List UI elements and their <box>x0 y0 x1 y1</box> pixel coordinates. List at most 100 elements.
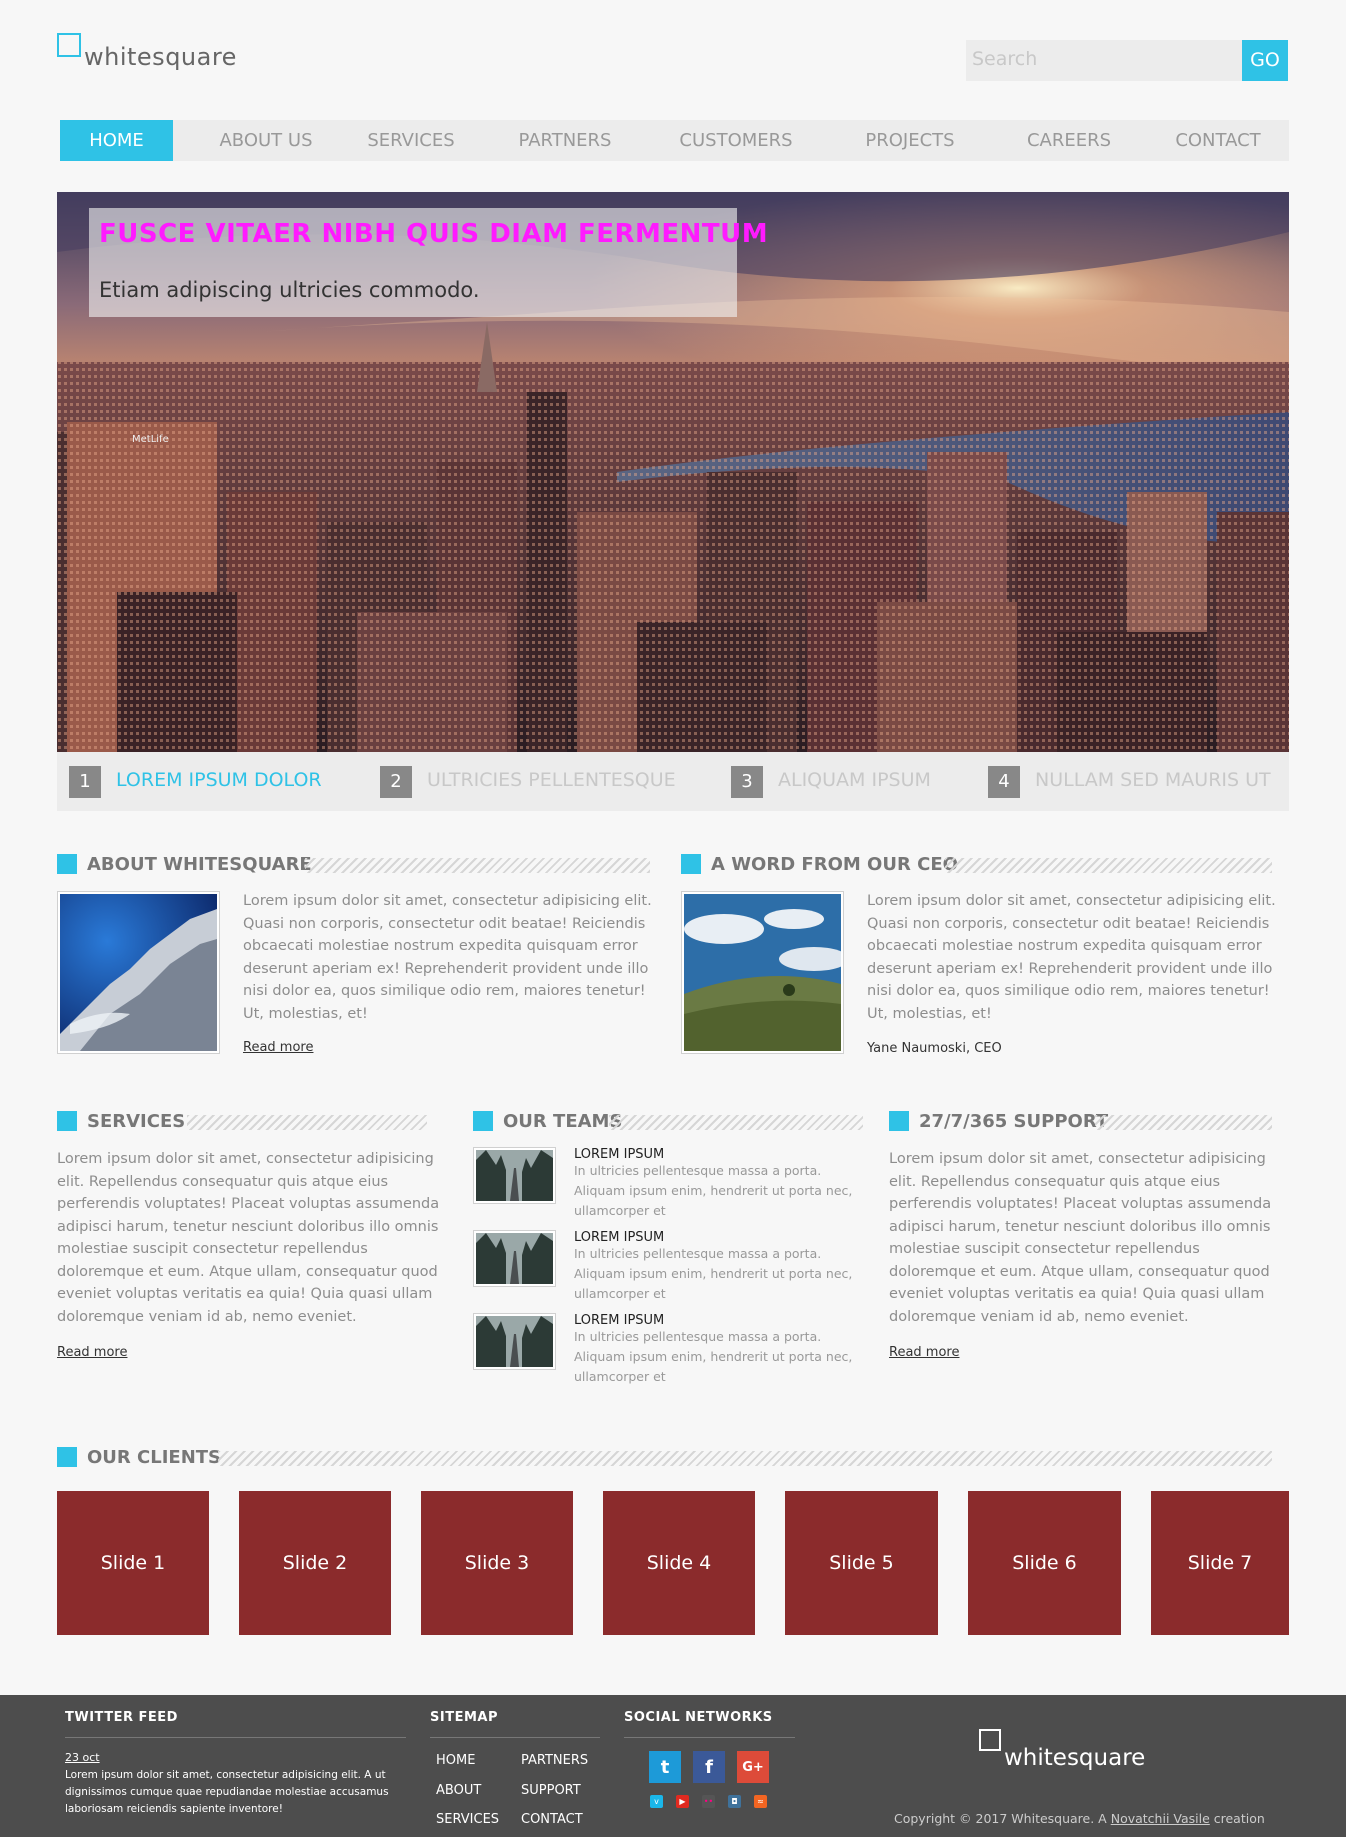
twitter-feed-heading: TWITTER FEED <box>65 1710 178 1725</box>
client-slide[interactable]: Slide 2 <box>239 1491 391 1635</box>
ceo-image <box>681 891 849 1054</box>
section-square-icon <box>57 854 77 874</box>
sitemap-heading: SITEMAP <box>430 1710 498 1725</box>
nav-contact[interactable]: CONTACT <box>1161 120 1275 161</box>
slider-tab-label: ALIQUAM IPSUM <box>778 769 931 791</box>
footer-logo[interactable]: whitesquare <box>979 1729 1159 1773</box>
section-square-icon <box>473 1111 493 1131</box>
sitemap-link-home[interactable]: HOME <box>436 1753 475 1768</box>
about-image <box>57 891 220 1054</box>
slider-tab-label: NULLAM SED MAURIS UT <box>1035 769 1271 791</box>
nav-about-us[interactable]: ABOUT US <box>205 120 327 161</box>
clients-heading: OUR CLIENTS <box>57 1445 1272 1469</box>
client-slide[interactable]: Slide 7 <box>1151 1491 1289 1635</box>
sitemap-link-support[interactable]: SUPPORT <box>521 1783 581 1798</box>
nav-partners[interactable]: PARTNERS <box>505 120 625 161</box>
hero-title: FUSCE VITAER NIBH QUIS DIAM FERMENTUM <box>99 219 769 249</box>
team-item[interactable]: LOREM IPSUM In ultricies pellentesque ma… <box>473 1230 863 1301</box>
sitemap-link-services[interactable]: SERVICES <box>436 1812 499 1827</box>
flickr-icon[interactable]: •• <box>702 1795 715 1808</box>
nav-customers[interactable]: CUSTOMERS <box>666 120 806 161</box>
heading-stripes <box>609 1115 863 1130</box>
nav-careers[interactable]: CAREERS <box>1012 120 1126 161</box>
author-link[interactable]: Novatchii Vasile <box>1111 1811 1210 1826</box>
slider-tab-number: 2 <box>380 766 412 798</box>
go-button[interactable]: GO <box>1242 40 1288 81</box>
team-desc: In ultricies pellentesque massa a porta.… <box>574 1246 853 1301</box>
logo-text: whitesquare <box>84 43 237 71</box>
google-plus-icon[interactable]: G+ <box>737 1751 769 1783</box>
instagram-icon[interactable]: ◘ <box>728 1795 741 1808</box>
heading-stripes <box>187 1115 427 1130</box>
team-item[interactable]: LOREM IPSUM In ultricies pellentesque ma… <box>473 1313 863 1384</box>
team-image <box>473 1147 556 1204</box>
teams-heading: OUR TEAMS <box>473 1109 863 1133</box>
team-item[interactable]: LOREM IPSUM In ultricies pellentesque ma… <box>473 1147 863 1218</box>
search-input[interactable]: Search <box>966 40 1242 81</box>
team-title: LOREM IPSUM <box>574 1313 665 1328</box>
ceo-heading-text: A WORD FROM OUR CEO <box>711 854 958 875</box>
services-text: Lorem ipsum dolor sit amet, consectetur … <box>57 1151 440 1325</box>
footer-logo-text: whitesquare <box>1004 1745 1146 1771</box>
client-slide[interactable]: Slide 1 <box>57 1491 209 1635</box>
slider-tab-number: 4 <box>988 766 1020 798</box>
heading-stripes <box>945 858 1272 873</box>
services-heading-text: SERVICES <box>87 1111 186 1132</box>
clients-heading-text: OUR CLIENTS <box>87 1447 222 1468</box>
tweet-text: Lorem ipsum dolor sit amet, consectetur … <box>65 1769 389 1815</box>
heading-stripes <box>1095 1115 1272 1130</box>
section-square-icon <box>57 1111 77 1131</box>
support-read-more-link[interactable]: Read more <box>889 1345 959 1360</box>
slider-tab-label: ULTRICIES PELLENTESQUE <box>427 769 676 791</box>
mountain-image <box>60 894 217 1051</box>
section-square-icon <box>57 1447 77 1467</box>
team-desc: In ultricies pellentesque massa a porta.… <box>574 1163 853 1218</box>
youtube-icon[interactable]: ▶ <box>676 1795 689 1808</box>
slider-tabs: 1 LOREM IPSUM DOLOR 2 ULTRICIES PELLENTE… <box>57 752 1289 811</box>
section-square-icon <box>889 1111 909 1131</box>
teams-heading-text: OUR TEAMS <box>503 1111 623 1132</box>
rss-icon[interactable]: ≈ <box>754 1795 767 1808</box>
nav-home[interactable]: HOME <box>60 120 173 161</box>
footer-divider <box>430 1737 600 1738</box>
sitemap-link-contact[interactable]: CONTACT <box>521 1812 583 1827</box>
nav-services[interactable]: SERVICES <box>351 120 471 161</box>
section-square-icon <box>681 854 701 874</box>
twitter-icon[interactable]: t <box>649 1751 681 1783</box>
copyright-prefix: Copyright © 2017 Whitesquare. A <box>894 1811 1111 1826</box>
facebook-icon[interactable]: f <box>693 1751 725 1783</box>
team-title: LOREM IPSUM <box>574 1230 665 1245</box>
vimeo-icon[interactable]: v <box>650 1795 663 1808</box>
about-read-more-link[interactable]: Read more <box>243 1040 313 1055</box>
logo-square-icon <box>57 33 81 57</box>
hill-tree-image <box>684 894 849 1051</box>
client-slide[interactable]: Slide 6 <box>968 1491 1121 1635</box>
ceo-signature: Yane Naumoski, CEO <box>867 1041 1002 1056</box>
team-title: LOREM IPSUM <box>574 1147 665 1162</box>
footer-divider <box>65 1737 406 1738</box>
footer: TWITTER FEED 23 oct Lorem ipsum dolor si… <box>0 1695 1346 1837</box>
nav-projects[interactable]: PROJECTS <box>849 120 971 161</box>
team-desc: In ultricies pellentesque massa a porta.… <box>574 1329 853 1384</box>
team-image <box>473 1313 556 1370</box>
client-slide[interactable]: Slide 5 <box>785 1491 938 1635</box>
main-nav: HOME ABOUT US SERVICES PARTNERS CUSTOMER… <box>60 120 1289 161</box>
client-slide[interactable]: Slide 4 <box>603 1491 755 1635</box>
footer-divider <box>624 1737 795 1738</box>
team-image <box>473 1230 556 1287</box>
client-slide[interactable]: Slide 3 <box>421 1491 573 1635</box>
support-heading-text: 27/7/365 SUPPORT <box>919 1111 1109 1132</box>
sitemap-link-about[interactable]: ABOUT <box>436 1783 481 1798</box>
forest-road-image <box>476 1150 553 1201</box>
logo[interactable]: whitesquare <box>57 31 237 75</box>
tweet-date-link[interactable]: 23 oct <box>65 1751 100 1764</box>
about-text: Lorem ipsum dolor sit amet, consectetur … <box>243 893 652 1022</box>
sitemap-link-partners[interactable]: PARTNERS <box>521 1753 588 1768</box>
slider-tab-number: 1 <box>69 766 101 798</box>
copyright: Copyright © 2017 Whitesquare. A Novatchi… <box>894 1811 1265 1826</box>
services-heading: SERVICES <box>57 1109 427 1133</box>
ceo-heading: A WORD FROM OUR CEO <box>681 852 1272 876</box>
hero-subtitle: Etiam adipiscing ultricies commodo. <box>99 278 480 302</box>
services-read-more-link[interactable]: Read more <box>57 1345 127 1360</box>
slider-tab-number: 3 <box>731 766 763 798</box>
